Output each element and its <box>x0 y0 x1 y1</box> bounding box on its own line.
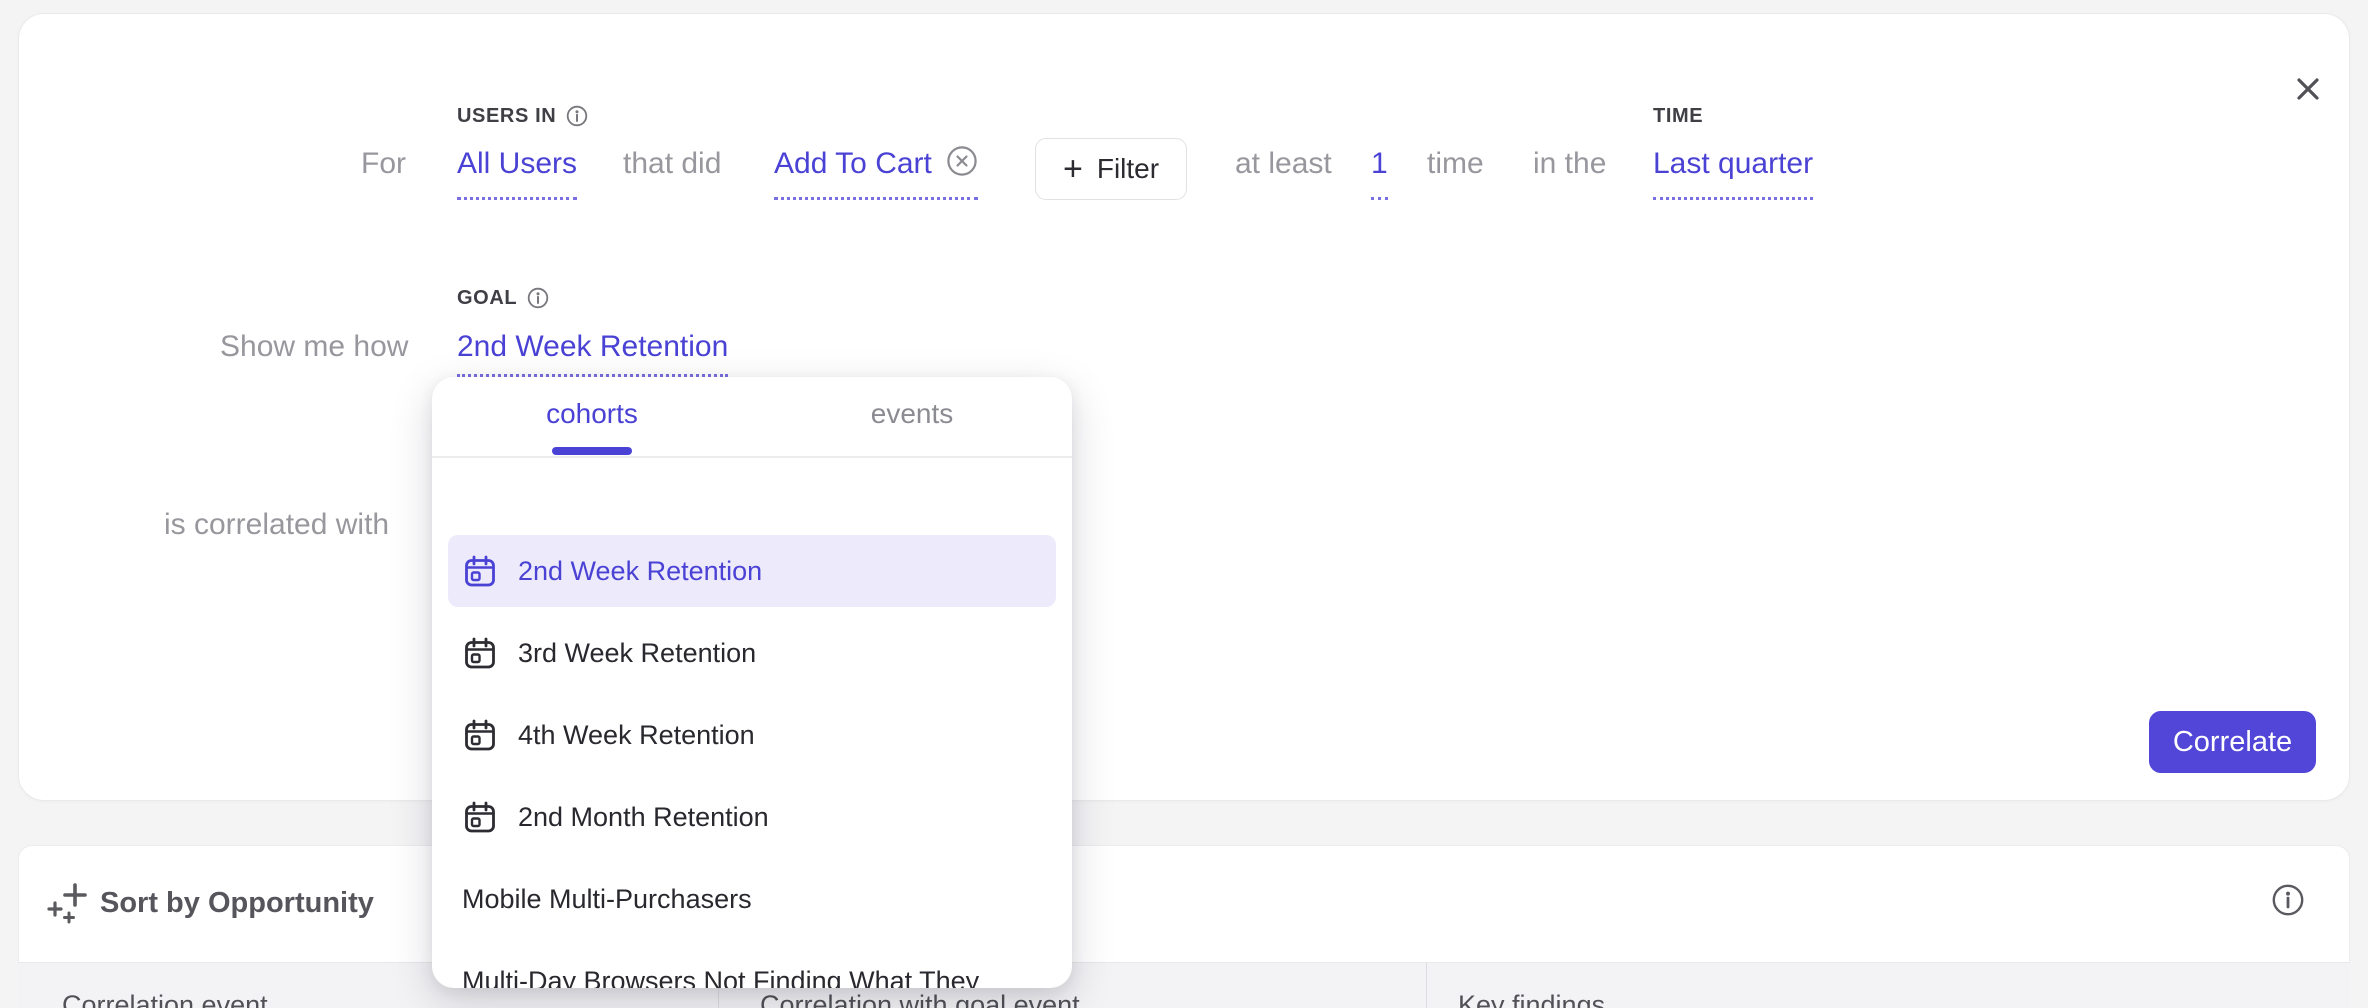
date-range-selector[interactable]: Last quarter <box>1653 145 1813 200</box>
info-icon <box>2271 883 2305 917</box>
remove-event-icon[interactable] <box>946 145 978 177</box>
users-in-label-text: USERS IN <box>457 104 556 128</box>
users-in-label: USERS IN <box>457 104 588 128</box>
close-icon <box>2293 74 2323 104</box>
sort-sparkle-icon <box>45 880 91 926</box>
goal-info-icon[interactable] <box>527 287 549 309</box>
filter-button-label: Filter <box>1097 153 1159 185</box>
column-header-correlation-with-goal: Correlation with goal event <box>760 988 1080 1008</box>
results-table-header <box>18 963 2350 1008</box>
for-word: For <box>361 145 406 183</box>
sort-by-opportunity[interactable]: Sort by Opportunity <box>100 884 374 922</box>
at-least-word: at least <box>1235 145 1332 183</box>
time-label-text: TIME <box>1653 104 1703 128</box>
close-button[interactable] <box>2285 66 2331 112</box>
list-item-multi-day-browsers[interactable]: Multi-Day Browsers Not Finding What They <box>432 940 1072 988</box>
list-item-2nd-week-retention[interactable]: 2nd Week Retention <box>432 530 1072 612</box>
that-did-word: that did <box>623 145 721 183</box>
list-item-label: Mobile Multi-Purchasers <box>462 884 752 915</box>
is-correlated-with-word: is correlated with <box>164 506 389 544</box>
list-item-label: Multi-Day Browsers Not Finding What They <box>462 966 979 989</box>
correlate-button[interactable]: Correlate <box>2149 711 2316 773</box>
list-item-2nd-month-retention[interactable]: 2nd Month Retention <box>432 776 1072 858</box>
dropdown-tabs: cohorts events <box>432 377 1072 458</box>
event-value: Add To Cart <box>774 147 932 180</box>
plus-icon: + <box>1063 154 1083 184</box>
list-item-label: 4th Week Retention <box>518 720 755 751</box>
segment-selector[interactable]: All Users <box>457 145 577 200</box>
event-selector[interactable]: Add To Cart <box>774 145 978 200</box>
correlate-screen: USERS IN TIME For All Users that did Add… <box>0 0 2368 1008</box>
column-header-key-findings: Key findings <box>1458 988 1605 1008</box>
tab-events[interactable]: events <box>752 377 1072 456</box>
list-item-4th-week-retention[interactable]: 4th Week Retention <box>432 694 1072 776</box>
time-word: time <box>1427 145 1484 183</box>
column-header-correlation-event: Correlation event <box>62 988 268 1008</box>
tab-cohorts[interactable]: cohorts <box>432 377 752 456</box>
calendar-icon <box>462 799 498 835</box>
goal-label-text: GOAL <box>457 286 517 310</box>
show-me-how-word: Show me how <box>220 328 408 366</box>
goal-selector[interactable]: 2nd Week Retention <box>457 328 728 377</box>
add-filter-button[interactable]: + Filter <box>1035 138 1187 200</box>
list-item-3rd-week-retention[interactable]: 3rd Week Retention <box>432 612 1072 694</box>
goal-label: GOAL <box>457 286 549 310</box>
active-tab-indicator <box>552 447 632 455</box>
list-item-label: 3rd Week Retention <box>518 638 756 669</box>
calendar-icon <box>462 635 498 671</box>
in-the-word: in the <box>1533 145 1606 183</box>
calendar-icon <box>462 553 498 589</box>
list-item-mobile-multi-purchasers[interactable]: Mobile Multi-Purchasers <box>432 858 1072 940</box>
time-label: TIME <box>1653 104 1703 128</box>
cohort-list: 2nd Week Retention 3rd Week Retention <box>432 530 1072 988</box>
goal-dropdown: cohorts events All cohorts 2nd Week Rete… <box>432 377 1072 988</box>
list-item-label: 2nd Week Retention <box>518 556 762 587</box>
column-divider <box>1426 963 1427 1008</box>
results-info-button[interactable] <box>2269 881 2307 919</box>
count-selector[interactable]: 1 <box>1371 145 1388 200</box>
calendar-icon <box>462 717 498 753</box>
list-item-label: 2nd Month Retention <box>518 802 769 833</box>
query-composer-card: USERS IN TIME For All Users that did Add… <box>18 13 2350 801</box>
users-in-info-icon[interactable] <box>566 105 588 127</box>
